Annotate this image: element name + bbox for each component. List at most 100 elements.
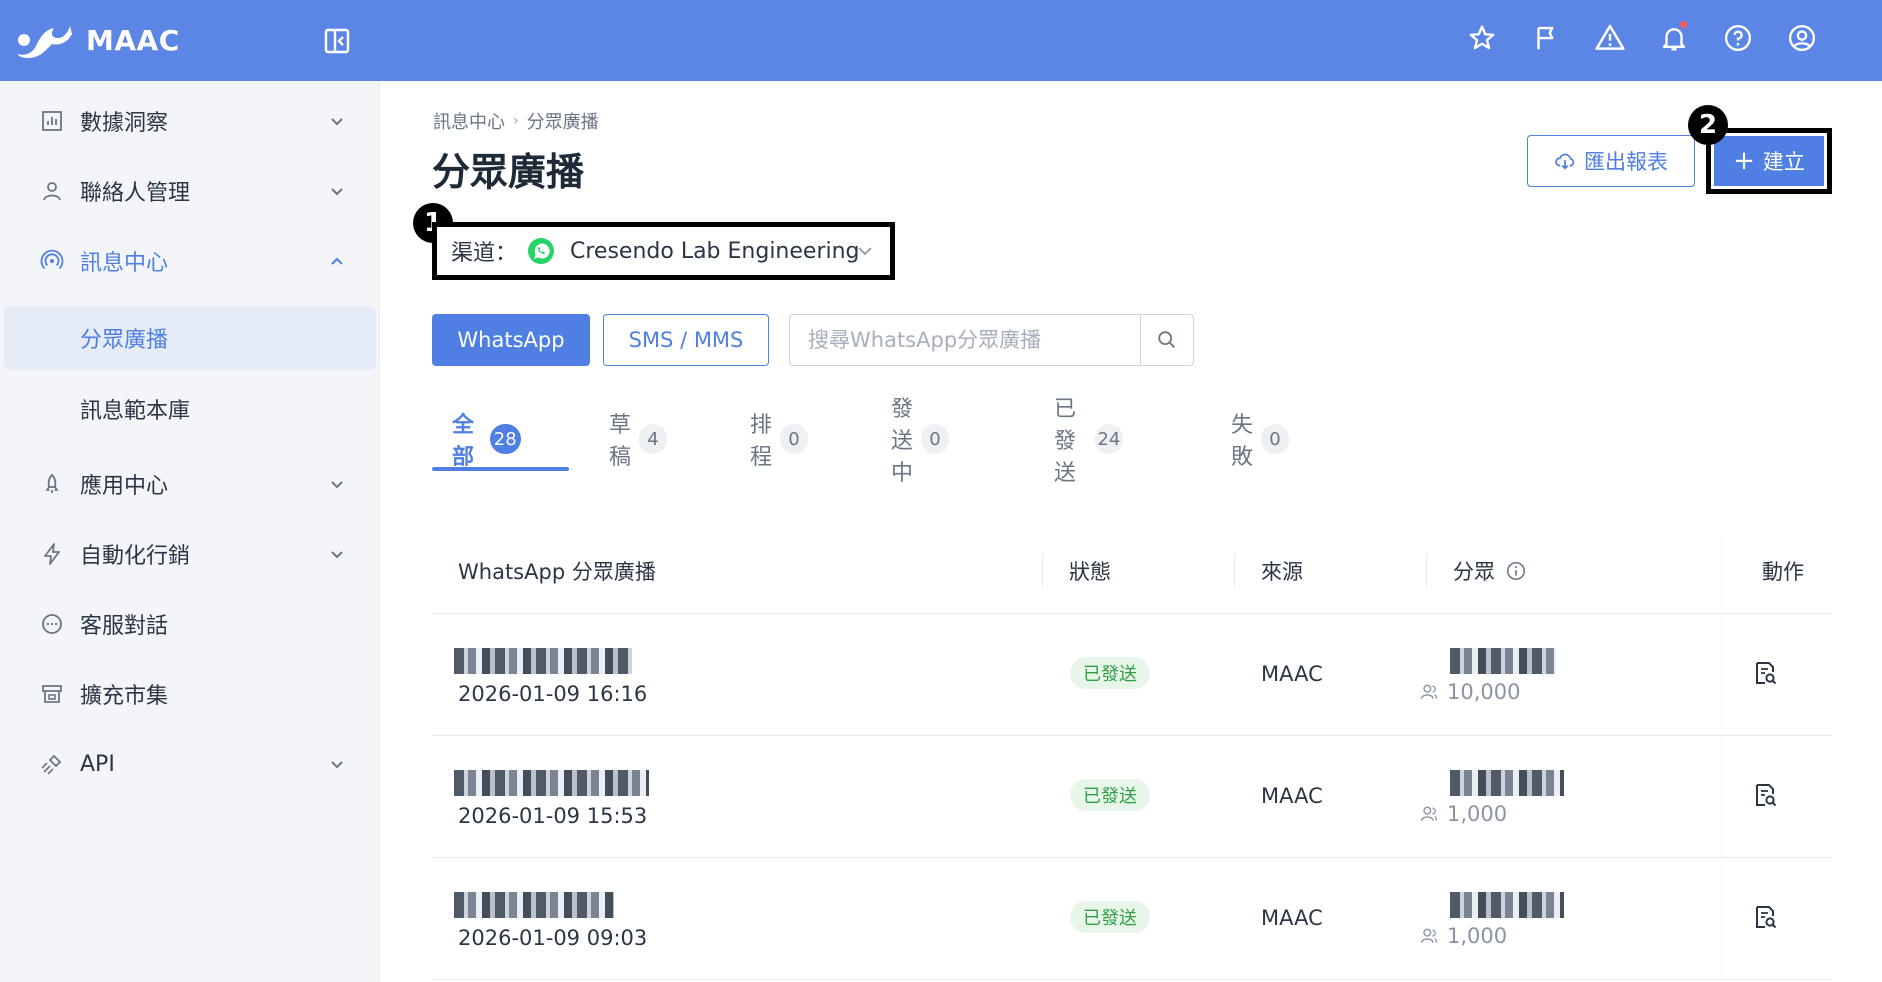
sidebar-collapse-icon[interactable] <box>322 26 352 56</box>
sidebar-item-customer-chat[interactable]: 客服對話 <box>0 592 380 656</box>
chevron-up-icon <box>331 257 343 265</box>
whatsapp-icon <box>528 238 554 264</box>
row-date: 2026-01-09 15:53 <box>458 804 648 828</box>
tab-sent[interactable]: 已發送 24 <box>1054 397 1123 486</box>
row-source: MAAC <box>1261 906 1323 930</box>
sidebar-item-label: 擴充市集 <box>80 684 169 709</box>
sidebar-subitem-segment-broadcast[interactable]: 分眾廣播 <box>4 306 376 370</box>
tab-failed[interactable]: 失敗 0 <box>1231 411 1290 470</box>
chevron-down-icon <box>331 551 343 559</box>
view-report-icon[interactable] <box>1752 782 1778 808</box>
column-divider <box>1234 554 1235 588</box>
chevron-down-icon <box>331 118 343 126</box>
step-marker: 2 <box>1688 105 1728 145</box>
broadcast-icon <box>40 249 64 270</box>
chevron-down-icon <box>331 188 343 196</box>
tab-label: 草稿 <box>609 413 632 470</box>
sidebar-item-app-center[interactable]: 應用中心 <box>0 452 380 516</box>
warning-icon[interactable] <box>1590 18 1630 58</box>
audience-count: 10,000 <box>1419 680 1520 704</box>
view-report-icon[interactable] <box>1752 904 1778 930</box>
tab-count-badge: 4 <box>639 424 668 454</box>
search-button[interactable] <box>1140 315 1193 365</box>
breadcrumb: 訊息中心 › 分眾廣播 <box>433 108 599 134</box>
redacted-audience-name <box>1450 892 1564 918</box>
table-row[interactable]: 2026-01-09 16:16 已發送 MAAC 10,000 <box>432 614 1832 736</box>
sidebar-subitem-label: 訊息範本庫 <box>80 399 191 424</box>
sidebar-item-api[interactable]: API <box>0 732 380 796</box>
group-icon <box>1420 806 1438 821</box>
search-input[interactable] <box>790 315 1140 365</box>
channel-value: Cresendo Lab Engineering <box>570 238 860 264</box>
view-report-icon[interactable] <box>1752 660 1778 686</box>
column-header-source: 來源 <box>1261 560 1303 584</box>
sms-mms-type-button[interactable]: SMS / MMS <box>603 314 769 366</box>
sidebar-item-message-center[interactable]: 訊息中心 <box>0 229 380 293</box>
sidebar-item-contacts[interactable]: 聯絡人管理 <box>0 159 380 223</box>
tab-label: 全部 <box>452 413 475 470</box>
sidebar: 數據洞察 聯絡人管理 訊息中心 分眾廣播 訊息範本庫 應用中心 自動化行銷 客服… <box>0 81 380 982</box>
group-icon <box>1420 928 1438 943</box>
sidebar-item-marketplace[interactable]: 擴充市集 <box>0 662 380 726</box>
redacted-name <box>454 770 649 796</box>
row-date: 2026-01-09 16:16 <box>458 682 648 706</box>
bell-icon[interactable] <box>1654 18 1694 58</box>
row-date: 2026-01-09 09:03 <box>458 926 648 950</box>
chat-icon <box>42 614 62 634</box>
channel-highlight: 渠道： Cresendo Lab Engineering <box>432 222 895 280</box>
flag-icon[interactable] <box>1526 18 1566 58</box>
chart-icon <box>42 111 62 131</box>
tab-sending[interactable]: 發送中 0 <box>891 397 950 486</box>
notification-dot <box>1679 20 1688 29</box>
channel-label: 渠道： <box>451 241 518 266</box>
table-row[interactable]: 2026-01-09 09:03 已發送 MAAC 1,000 <box>432 858 1832 980</box>
breadcrumb-item[interactable]: 訊息中心 <box>433 108 505 134</box>
create-label: 建立 <box>1762 150 1805 174</box>
channel-select[interactable]: 渠道： Cresendo Lab Engineering <box>437 227 890 275</box>
sidebar-item-label: 客服對話 <box>80 614 169 639</box>
export-report-button[interactable]: 匯出報表 <box>1527 135 1695 187</box>
tab-scheduled[interactable]: 排程 0 <box>750 411 809 470</box>
tab-count-badge: 28 <box>489 424 521 454</box>
sidebar-item-data-insights[interactable]: 數據洞察 <box>0 89 380 153</box>
sidebar-subitem-template-library[interactable]: 訊息範本庫 <box>4 377 376 441</box>
sidebar-subitem-label: 分眾廣播 <box>80 328 169 353</box>
help-icon[interactable] <box>1718 18 1758 58</box>
table-row[interactable]: 2026-01-09 15:53 已發送 MAAC 1,000 <box>432 736 1832 858</box>
sidebar-item-label: 數據洞察 <box>80 111 169 136</box>
redacted-audience-name <box>1450 770 1564 796</box>
sidebar-item-label: API <box>80 751 115 777</box>
plus-icon: + <box>1733 146 1755 176</box>
sidebar-item-marketing-automation[interactable]: 自動化行銷 <box>0 522 380 586</box>
tab-label: 失敗 <box>1231 413 1254 470</box>
tab-label: 排程 <box>750 413 773 470</box>
brand-name: MAAC <box>86 24 180 57</box>
row-source: MAAC <box>1261 784 1323 808</box>
search-icon <box>1158 331 1175 348</box>
column-header-action: 動作 <box>1762 560 1804 584</box>
rocket-icon <box>45 473 59 493</box>
redacted-name <box>454 892 614 918</box>
audience-count: 1,000 <box>1419 924 1507 948</box>
sidebar-item-label: 應用中心 <box>80 474 169 499</box>
whatsapp-type-button[interactable]: WhatsApp <box>432 314 590 366</box>
audience-count-value: 1,000 <box>1447 802 1508 826</box>
breadcrumb-separator-icon: › <box>513 113 519 129</box>
active-tab-indicator <box>432 467 569 471</box>
column-divider <box>1426 554 1427 588</box>
tab-draft[interactable]: 草稿 4 <box>609 411 668 470</box>
tab-count-badge: 0 <box>1261 424 1290 454</box>
tab-count-badge: 24 <box>1094 424 1123 454</box>
star-icon[interactable] <box>1462 18 1502 58</box>
info-icon[interactable] <box>1505 560 1527 582</box>
chevron-down-icon <box>331 761 343 769</box>
chevron-down-icon <box>858 247 872 256</box>
tab-label: 已發送 <box>1054 397 1077 486</box>
row-source: MAAC <box>1261 662 1323 686</box>
audience-count-value: 10,000 <box>1447 680 1521 704</box>
column-header-status: 狀態 <box>1069 560 1111 584</box>
create-button[interactable]: + 建立 <box>1714 136 1824 186</box>
account-icon[interactable] <box>1782 18 1822 58</box>
page-title: 分眾廣播 <box>432 150 585 194</box>
tab-all[interactable]: 全部 28 <box>452 411 521 470</box>
